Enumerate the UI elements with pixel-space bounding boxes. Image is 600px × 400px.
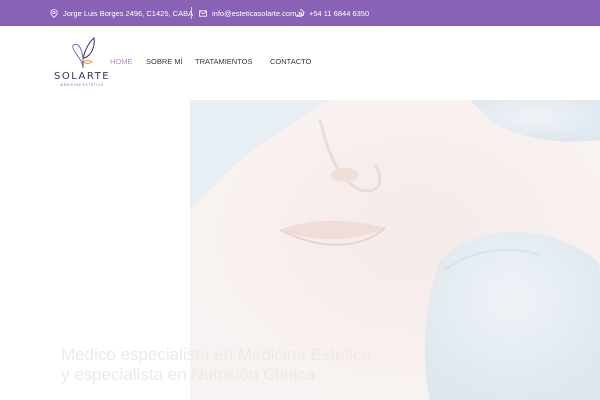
address-link[interactable]: Jorge Luis Borges 2496, C1425, CABA: [50, 0, 193, 26]
hero-headline: Medico especialista en Medicina Estetica…: [61, 345, 371, 384]
site-header: SOLARTE Medicina Estética HOME SOBRE MÍ …: [0, 26, 600, 100]
address-text: Jorge Luis Borges 2496, C1425, CABA: [63, 8, 194, 18]
nav-item-contacto[interactable]: CONTACTO: [270, 57, 311, 66]
nav-item-home[interactable]: HOME: [110, 57, 133, 66]
mail-icon: [199, 9, 207, 17]
topbar-divider: [191, 7, 192, 19]
nav-item-sobre-mi[interactable]: SOBRE MÍ: [146, 57, 183, 66]
logo-brand-text: SOLARTE: [54, 71, 111, 82]
whatsapp-icon: [296, 9, 304, 17]
top-contact-bar: Jorge Luis Borges 2496, C1425, CABA info…: [0, 0, 600, 26]
butterfly-logo-icon: [72, 37, 95, 68]
email-link[interactable]: info@esteticasolarte.com.ar: [199, 0, 305, 26]
logo-tagline: Medicina Estética: [60, 83, 104, 87]
page: Jorge Luis Borges 2496, C1425, CABA info…: [0, 0, 600, 400]
hero-banner: Medico especialista en Medicina Estetica…: [0, 100, 600, 400]
location-pin-icon: [50, 8, 58, 18]
phone-text: +54 11 6844 6350: [309, 8, 370, 18]
nav-item-tratamientos[interactable]: TRATAMIENTOS: [195, 57, 253, 66]
site-logo[interactable]: SOLARTE Medicina Estética: [54, 36, 110, 92]
email-text: info@esteticasolarte.com.ar: [212, 8, 306, 18]
phone-link[interactable]: +54 11 6844 6350: [296, 0, 369, 26]
